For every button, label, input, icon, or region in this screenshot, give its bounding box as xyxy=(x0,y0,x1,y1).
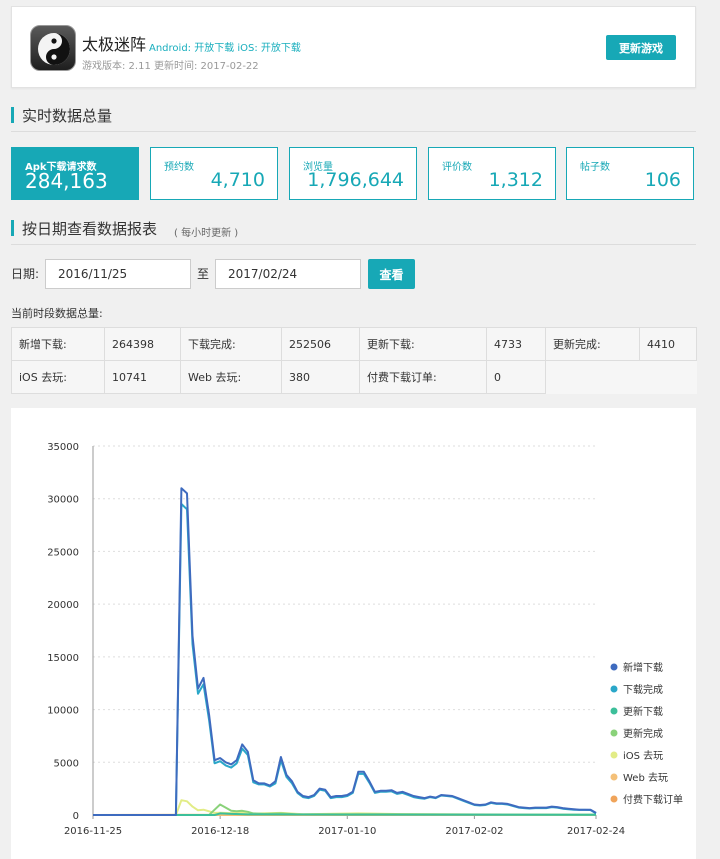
downloads-line-chart: 0 5000 10000 15000 20000 25000 30000 35000 2016-… xyxy=(47,442,683,837)
update-frequency-note: ( 每小时更新 ) xyxy=(174,228,239,239)
table-cell-value: 10741 xyxy=(104,360,181,394)
table-cell-label: 更新完成: xyxy=(545,327,640,361)
series-line xyxy=(93,803,597,816)
legend-label: iOS 去玩 xyxy=(623,750,663,762)
legend-marker xyxy=(610,729,618,737)
period-totals-table: 新增下载: 264398 下载完成: 252506 更新下载: 4733 更新完… xyxy=(11,327,697,394)
table-cell-label: iOS 去玩: xyxy=(11,360,105,394)
legend-label: 下载完成 xyxy=(623,683,663,696)
table-cell-value: 264398 xyxy=(104,327,181,361)
stat-label: 预约数 xyxy=(164,162,194,173)
x-tick-label: 2017-01-10 xyxy=(318,826,376,837)
stat-card-reservations[interactable]: 预约数 4,710 xyxy=(150,147,278,200)
stat-label: 帖子数 xyxy=(580,162,610,173)
stat-card-posts[interactable]: 帖子数 106 xyxy=(566,147,694,200)
stat-label: 评价数 xyxy=(442,162,472,173)
game-header-card: 太极迷阵 Android: 开放下载 iOS: 开放下载 游戏版本: 2.11 … xyxy=(11,6,696,88)
legend-marker xyxy=(610,663,618,671)
table-cell-value: 380 xyxy=(281,360,360,394)
y-tick-label: 30000 xyxy=(47,495,79,506)
table-cell-value: 252506 xyxy=(281,327,360,361)
platform-status: Android: 开放下载 iOS: 开放下载 xyxy=(149,43,301,54)
stat-card-apk-requests[interactable]: Apk下载请求数 284,163 xyxy=(11,147,139,200)
y-tick-label: 25000 xyxy=(47,547,79,558)
y-tick-label: 35000 xyxy=(47,442,79,453)
table-cell-value: 0 xyxy=(486,360,546,394)
y-tick-label: 5000 xyxy=(54,758,79,769)
report-section-header: 按日期查看数据报表 ( 每小时更新 ) xyxy=(11,218,696,245)
table-cell-label: 新增下载: xyxy=(11,327,105,361)
query-button[interactable]: 查看 xyxy=(368,259,415,289)
chart-panel: 0 5000 10000 15000 20000 25000 30000 35000 2016-… xyxy=(11,408,696,859)
y-tick-label: 20000 xyxy=(47,600,79,611)
series-line xyxy=(93,487,597,816)
stat-card-views[interactable]: 浏览量 1,796,644 xyxy=(289,147,417,200)
stat-value: 4,710 xyxy=(210,169,265,191)
x-tick-label: 2016-11-25 xyxy=(64,826,122,837)
section-accent-bar xyxy=(11,107,14,123)
x-tick-label: 2017-02-24 xyxy=(567,826,625,837)
legend-label: 新增下载 xyxy=(623,661,663,674)
table-row: iOS 去玩: 10741 Web 去玩: 380 付费下载订单: 0 xyxy=(11,360,697,394)
legend-marker xyxy=(610,795,618,803)
section-accent-bar xyxy=(11,220,14,236)
realtime-section-header: 实时数据总量 xyxy=(11,105,696,132)
table-cell-empty xyxy=(640,361,697,394)
stat-value: 1,796,644 xyxy=(307,169,404,191)
legend-label: 更新完成 xyxy=(623,727,663,740)
table-row: 新增下载: 264398 下载完成: 252506 更新下载: 4733 更新完… xyxy=(11,327,697,361)
game-name: 太极迷阵 xyxy=(82,35,147,54)
table-cell-label: 更新下载: xyxy=(359,327,487,361)
legend-marker xyxy=(610,773,618,781)
table-cell-label: Web 去玩: xyxy=(180,360,282,394)
table-cell-empty xyxy=(546,361,640,394)
legend-marker xyxy=(610,707,618,715)
stat-value: 106 xyxy=(644,169,681,191)
table-cell-value: 4410 xyxy=(639,327,697,361)
table-cell-label: 付费下载订单: xyxy=(359,360,487,394)
stat-value: 1,312 xyxy=(488,169,543,191)
x-tick-label: 2016-12-18 xyxy=(191,826,249,837)
date-range-to-label: 至 xyxy=(197,267,210,281)
legend-label: Web 去玩 xyxy=(623,772,668,784)
end-date-input[interactable] xyxy=(215,259,361,289)
table-cell-value: 4733 xyxy=(486,327,546,361)
y-tick-label: 15000 xyxy=(47,653,79,664)
x-tick-label: 2017-02-02 xyxy=(445,826,503,837)
legend-label: 付费下载订单 xyxy=(623,793,683,806)
stat-card-reviews[interactable]: 评价数 1,312 xyxy=(428,147,556,200)
update-game-button[interactable]: 更新游戏 xyxy=(606,35,676,60)
legend-marker xyxy=(610,685,618,693)
table-cell-label: 下载完成: xyxy=(180,327,282,361)
date-label: 日期: xyxy=(11,267,40,281)
start-date-input[interactable] xyxy=(45,259,191,289)
period-totals-title: 当前时段数据总量: xyxy=(11,307,103,320)
game-logo-icon xyxy=(30,25,76,71)
series-line xyxy=(93,503,597,816)
legend-label: 更新下载 xyxy=(623,705,663,718)
game-version-meta: 游戏版本: 2.11 更新时间: 2017-02-22 xyxy=(82,61,259,72)
report-title: 按日期查看数据报表 xyxy=(22,220,158,238)
y-tick-label: 10000 xyxy=(47,706,79,717)
realtime-title: 实时数据总量 xyxy=(22,107,113,125)
y-tick-label: 0 xyxy=(73,811,79,822)
stat-value: 284,163 xyxy=(25,169,108,193)
legend-marker xyxy=(610,751,618,759)
